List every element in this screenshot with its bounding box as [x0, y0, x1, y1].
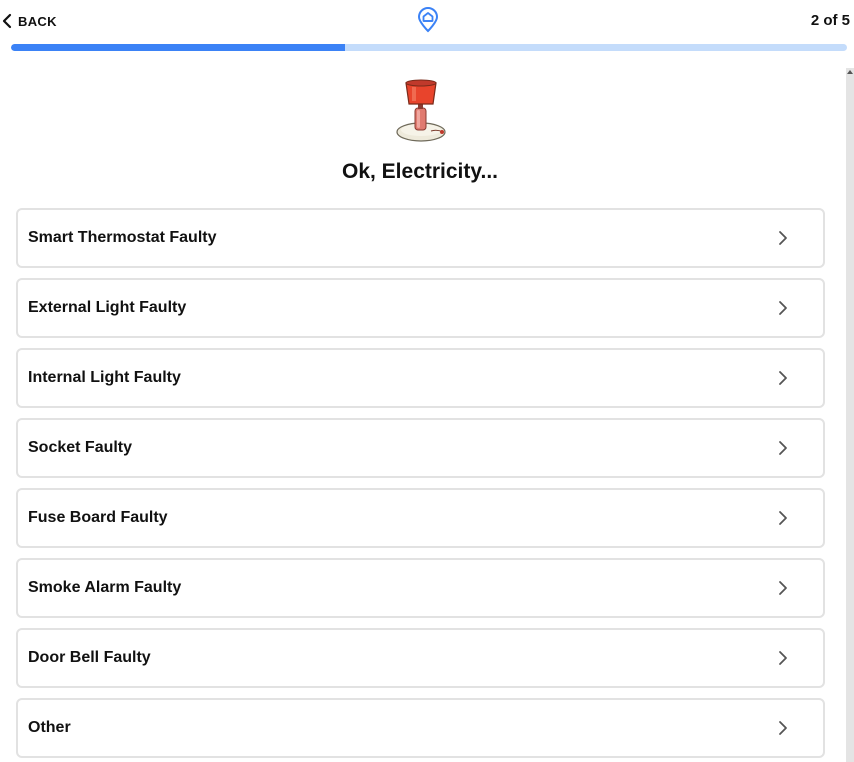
option-label: External Light Faulty: [28, 299, 187, 316]
option-card[interactable]: Internal Light Faulty: [16, 348, 825, 408]
chevron-left-icon: [0, 11, 14, 31]
option-card[interactable]: Socket Faulty: [16, 418, 825, 478]
option-card[interactable]: External Light Faulty: [16, 278, 825, 338]
chevron-right-icon: [777, 229, 789, 247]
home-pin-icon: [417, 7, 439, 33]
option-card[interactable]: Smoke Alarm Faulty: [16, 558, 825, 618]
chevron-right-icon: [777, 579, 789, 597]
lamp-icon: [393, 79, 449, 145]
option-card[interactable]: Smart Thermostat Faulty: [16, 208, 825, 268]
option-label: Fuse Board Faulty: [28, 509, 168, 526]
page-title: Ok, Electricity...: [341, 160, 498, 183]
chevron-right-icon: [777, 439, 789, 457]
chevron-right-icon: [777, 299, 789, 317]
chevron-right-icon: [777, 649, 789, 667]
back-button[interactable]: BACK: [0, 9, 57, 33]
options-list: Smart Thermostat Faulty External Light Fa…: [16, 208, 825, 762]
option-label: Door Bell Faulty: [28, 649, 151, 666]
step-indicator: 2 of 5: [810, 12, 850, 29]
option-card[interactable]: Other: [16, 698, 825, 758]
chevron-right-icon: [777, 719, 789, 737]
back-label: BACK: [18, 13, 57, 29]
option-label: Smoke Alarm Faulty: [28, 579, 182, 596]
option-label: Other: [28, 719, 71, 736]
header: BACK 2 of 5: [0, 0, 854, 44]
option-card[interactable]: Fuse Board Faulty: [16, 488, 825, 548]
progress-bar: [11, 44, 847, 51]
option-label: Internal Light Faulty: [28, 369, 181, 386]
option-card[interactable]: Door Bell Faulty: [16, 628, 825, 688]
progress-bar-fill: [11, 44, 346, 51]
chevron-right-icon: [777, 369, 789, 387]
scroll-up-icon[interactable]: [847, 70, 853, 74]
page: BACK 2 of 5 Ok, Electricity... Smart The…: [0, 0, 854, 762]
option-label: Smart Thermostat Faulty: [28, 229, 217, 246]
scrollbar[interactable]: [846, 68, 854, 762]
chevron-right-icon: [777, 509, 789, 527]
option-label: Socket Faulty: [28, 439, 133, 456]
